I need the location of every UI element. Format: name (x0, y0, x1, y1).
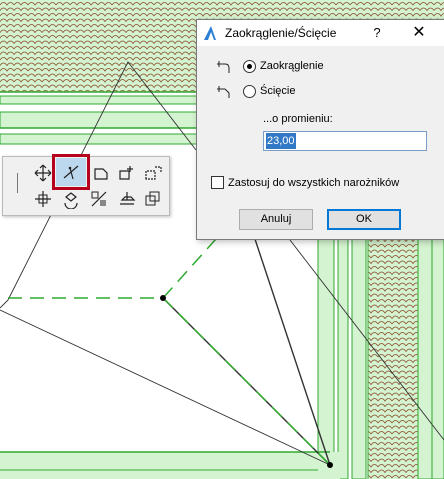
dialog-titlebar[interactable]: Zaokrąglenie/Ścięcie ? ✕ (197, 20, 444, 46)
multiply-icon[interactable] (141, 188, 165, 210)
fillet-chamfer-icon[interactable] (52, 154, 90, 190)
option-fillet-row[interactable]: Zaokrąglenie (215, 58, 324, 74)
drag-icon[interactable] (31, 188, 55, 210)
ridge-dashed (8, 209, 331, 466)
move-icon[interactable] (31, 162, 55, 184)
radius-input[interactable]: 23,00 (263, 131, 427, 151)
fillet-radio[interactable] (243, 59, 256, 73)
ridge-node[interactable] (160, 295, 166, 301)
chamfer-radio[interactable] (243, 84, 256, 98)
chamfer-option-icon (217, 86, 230, 98)
curve-edge-icon[interactable] (141, 162, 165, 184)
toolbar-grip[interactable] (17, 173, 18, 193)
all-corners-label: Zastosuj do wszystkich narożników (228, 176, 400, 189)
help-button[interactable]: ? (365, 24, 389, 42)
fillet-option-icon (217, 61, 230, 73)
fillet-label: Zaokrąglenie (260, 60, 324, 72)
rotate-icon[interactable] (59, 188, 83, 210)
all-corners-checkbox[interactable] (211, 176, 224, 189)
dialog-title: Zaokrąglenie/Ścięcie (225, 26, 337, 40)
radius-label: ...o promieniu: (263, 113, 333, 125)
offset-corner-icon[interactable] (89, 162, 113, 184)
ok-button[interactable]: OK (327, 209, 401, 230)
app-icon (204, 26, 216, 40)
corner-node[interactable] (327, 462, 333, 468)
mirror-icon[interactable] (87, 188, 111, 210)
radius-value: 23,00 (266, 133, 296, 149)
bottom-wall (0, 451, 340, 479)
elevate-icon[interactable] (115, 188, 139, 210)
cancel-button[interactable]: Anuluj (239, 209, 313, 230)
option-chamfer-row[interactable]: Ścięcie (215, 83, 295, 99)
add-node-icon[interactable] (115, 162, 139, 184)
close-button[interactable]: ✕ (407, 24, 431, 42)
all-corners-row[interactable]: Zastosuj do wszystkich narożników (211, 176, 399, 189)
chamfer-label: Ścięcie (260, 85, 296, 97)
edit-toolbar (2, 154, 170, 216)
fillet-chamfer-dialog: Zaokrąglenie/Ścięcie ? ✕ Zaokrąglenie Śc… (196, 19, 444, 240)
